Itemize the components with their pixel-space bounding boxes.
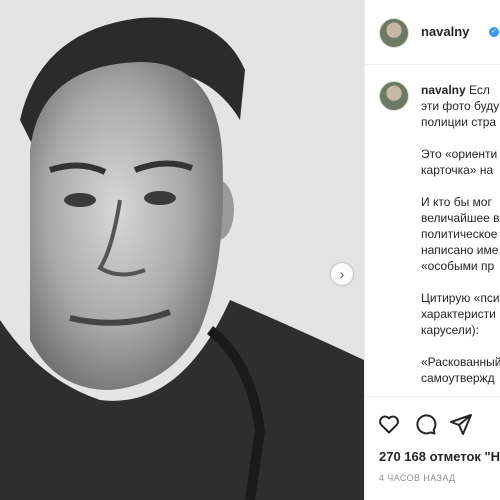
caption-line: Есл: [469, 83, 490, 97]
caption-line: написано име: [421, 243, 499, 257]
comments-section: navalny Есл эти фото буду полиции стра Э…: [365, 65, 500, 395]
caption-line: «особыми пр: [421, 259, 495, 273]
caption-line: политическое: [421, 227, 498, 241]
post-caption: navalny Есл эти фото буду полиции стра Э…: [421, 82, 500, 386]
caption-line: И кто бы мог: [421, 195, 492, 209]
post-photo[interactable]: ›: [0, 0, 364, 500]
post-header: navalny ✓: [365, 0, 500, 65]
caption-line: эти фото буду: [421, 99, 500, 113]
caption-line: Это «ориенти: [421, 147, 498, 161]
caption-username[interactable]: navalny: [421, 83, 466, 97]
caption-line: Цитирую «пси: [421, 291, 500, 305]
caption-line: карусели):: [421, 323, 479, 337]
post-timestamp[interactable]: 4 ЧАСОВ НАЗАД: [379, 473, 456, 483]
caption-line: карточка» на: [421, 163, 494, 177]
share-button[interactable]: [449, 412, 473, 436]
header-username[interactable]: navalny: [421, 24, 469, 39]
like-button[interactable]: [377, 412, 401, 436]
caption-line: величайшее в: [421, 211, 500, 225]
post-sidebar: navalny ✓ navalny Есл эти фото буду поли…: [364, 0, 500, 500]
comment-button[interactable]: [413, 412, 437, 436]
verified-badge-icon: ✓: [489, 27, 499, 37]
carousel-next-button[interactable]: ›: [331, 263, 353, 285]
heart-icon: [379, 415, 399, 434]
comment-icon: [416, 414, 437, 435]
caption-line: «Раскованный: [421, 355, 500, 369]
caption-line: самоутвержд: [421, 371, 495, 385]
caption-line: характеристи: [421, 307, 496, 321]
likes-count[interactable]: 270 168 отметок "Нра: [379, 449, 500, 464]
chevron-right-icon: ›: [339, 266, 345, 282]
portrait-image: [0, 0, 364, 500]
caption-line: полиции стра: [421, 115, 497, 129]
avatar[interactable]: [379, 18, 409, 48]
post-actions: 270 168 отметок "Нра 4 ЧАСОВ НАЗАД: [365, 396, 500, 500]
share-icon: [450, 414, 472, 435]
avatar[interactable]: [379, 81, 409, 111]
